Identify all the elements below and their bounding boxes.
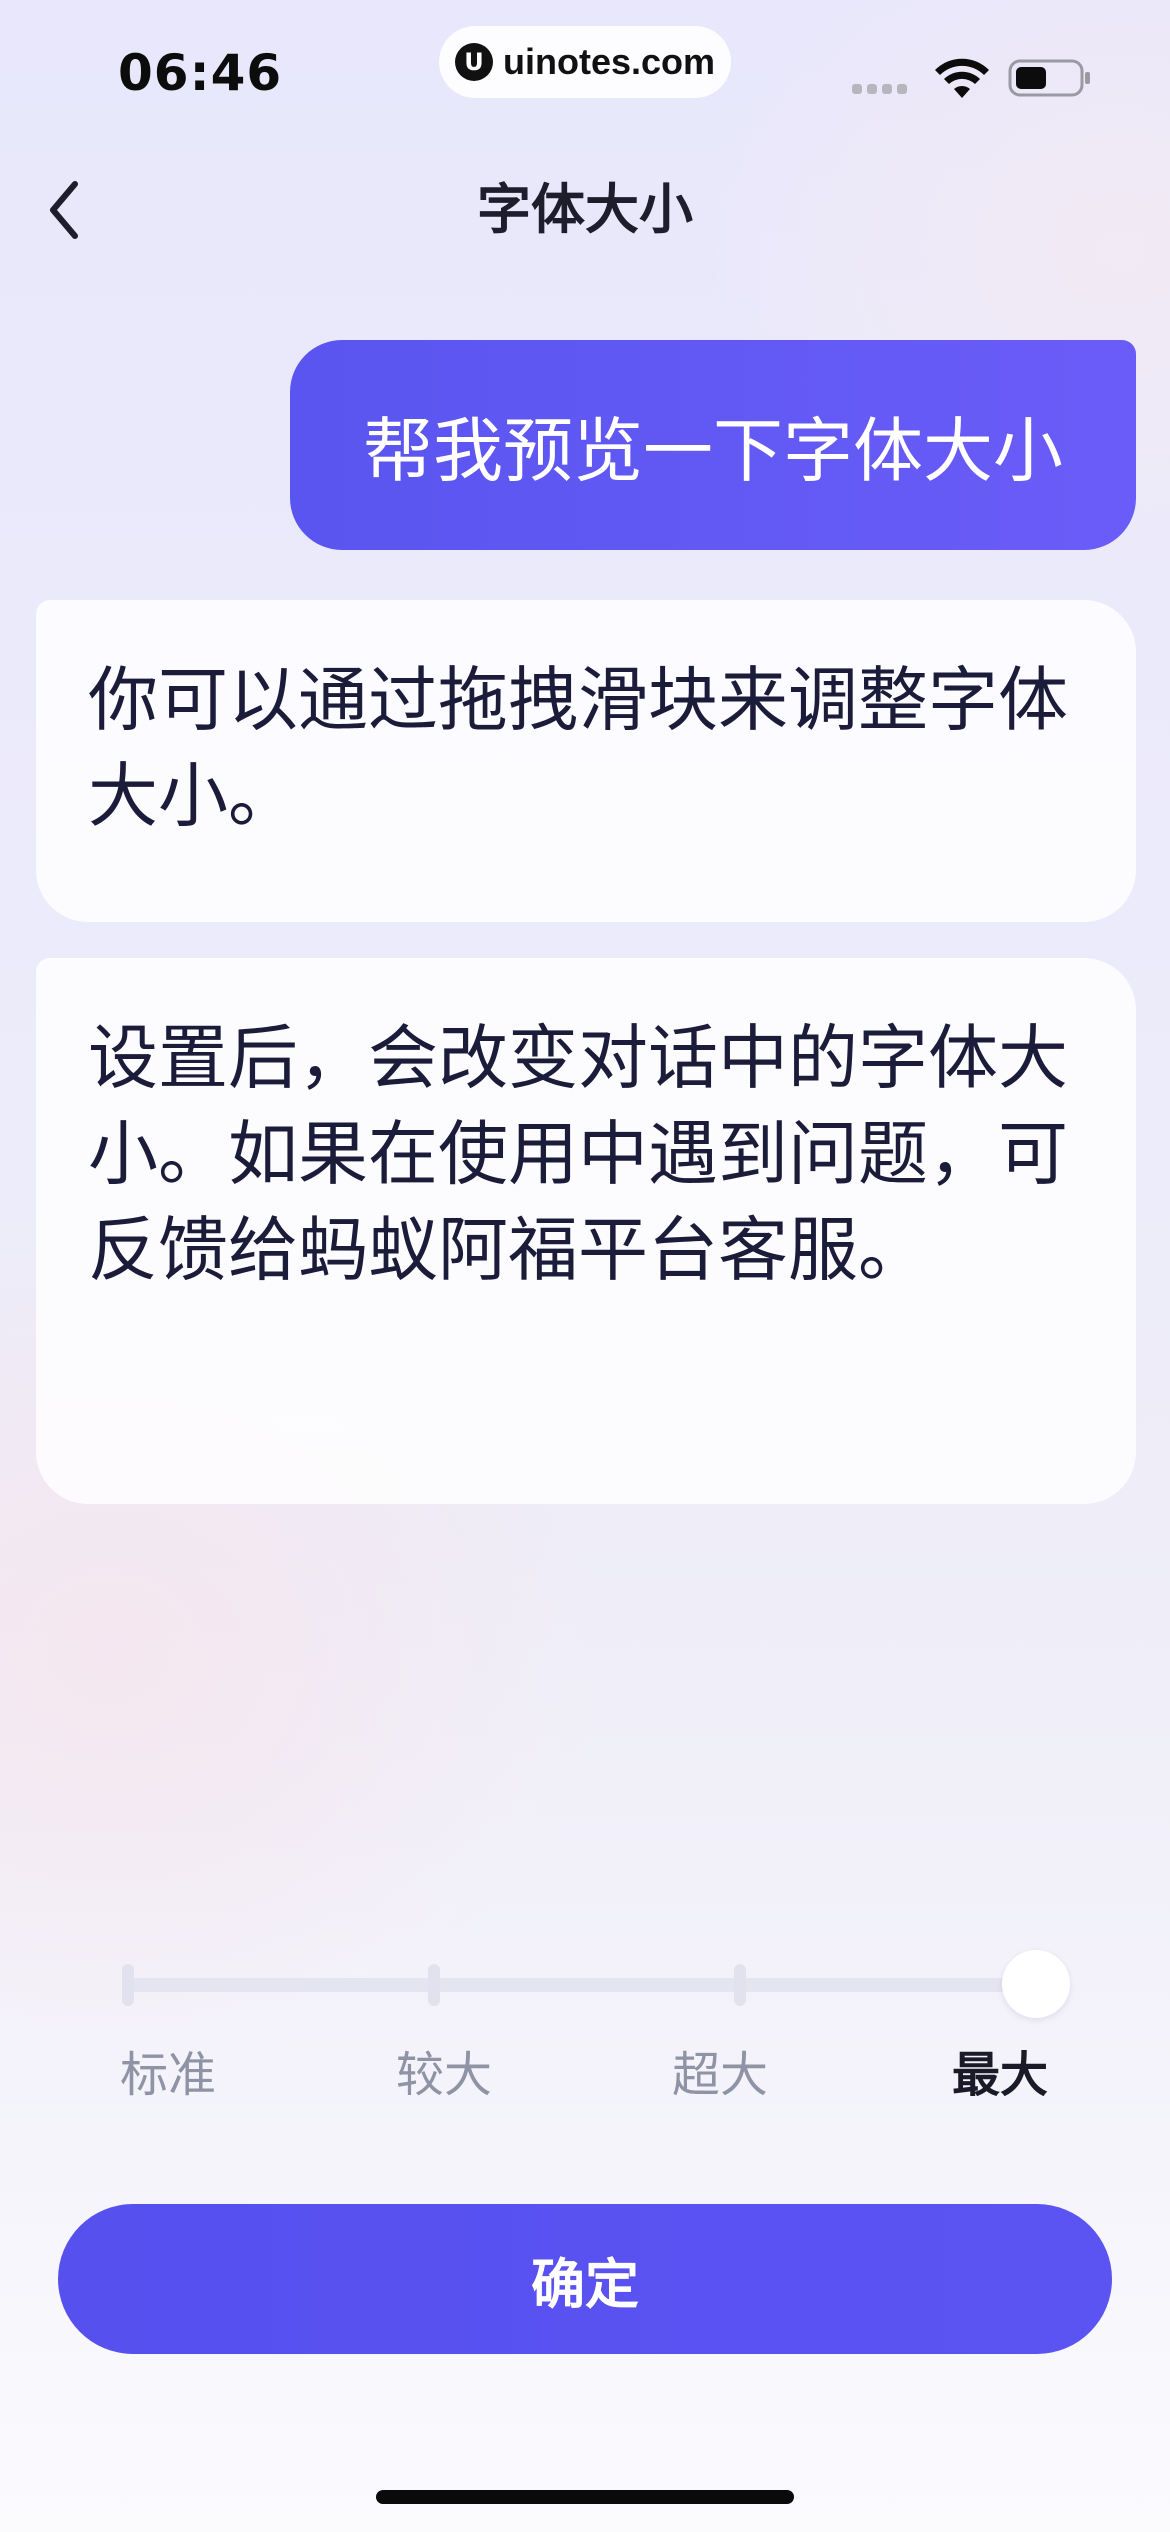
slider-tick-extra-large[interactable] — [734, 1964, 746, 2006]
bot-message-bubble: 设置后，会改变对话中的字体大小。如果在使用中遇到问题，可反馈给蚂蚁阿福平台客服。 — [36, 958, 1136, 1504]
slider-label-largest[interactable]: 最大 — [900, 2040, 1100, 2110]
home-indicator — [376, 2490, 794, 2504]
slider-track[interactable] — [128, 1978, 1044, 1992]
url-pill[interactable]: U uinotes.com — [439, 26, 731, 98]
bot-message-bubble: 你可以通过拖拽滑块来调整字体大小。 — [36, 600, 1136, 922]
page-title: 字体大小 — [477, 178, 693, 241]
battery-icon — [1008, 59, 1090, 97]
confirm-button[interactable]: 确定 — [58, 2204, 1112, 2354]
bot-message-text: 设置后，会改变对话中的字体大小。如果在使用中遇到问题，可反馈给蚂蚁阿福平台客服。 — [88, 1017, 1068, 1291]
slider-tick-standard[interactable] — [122, 1964, 134, 2006]
wifi-icon — [935, 58, 989, 98]
status-time: 06:46 — [118, 44, 283, 102]
site-logo-icon: U — [454, 43, 493, 81]
slider-label-standard[interactable]: 标准 — [68, 2040, 268, 2110]
font-size-slider[interactable] — [118, 1950, 1078, 2020]
url-text: uinotes.com — [502, 41, 716, 82]
bot-message-text: 你可以通过拖拽滑块来调整字体大小。 — [88, 659, 1068, 837]
signal-icon — [852, 84, 907, 94]
user-message-bubble: 帮我预览一下字体大小 — [290, 340, 1136, 550]
slider-label-extra-large[interactable]: 超大 — [620, 2040, 820, 2110]
slider-tick-larger[interactable] — [428, 1964, 440, 2006]
slider-label-larger[interactable]: 较大 — [344, 2040, 544, 2110]
slider-thumb[interactable] — [1002, 1950, 1070, 2018]
